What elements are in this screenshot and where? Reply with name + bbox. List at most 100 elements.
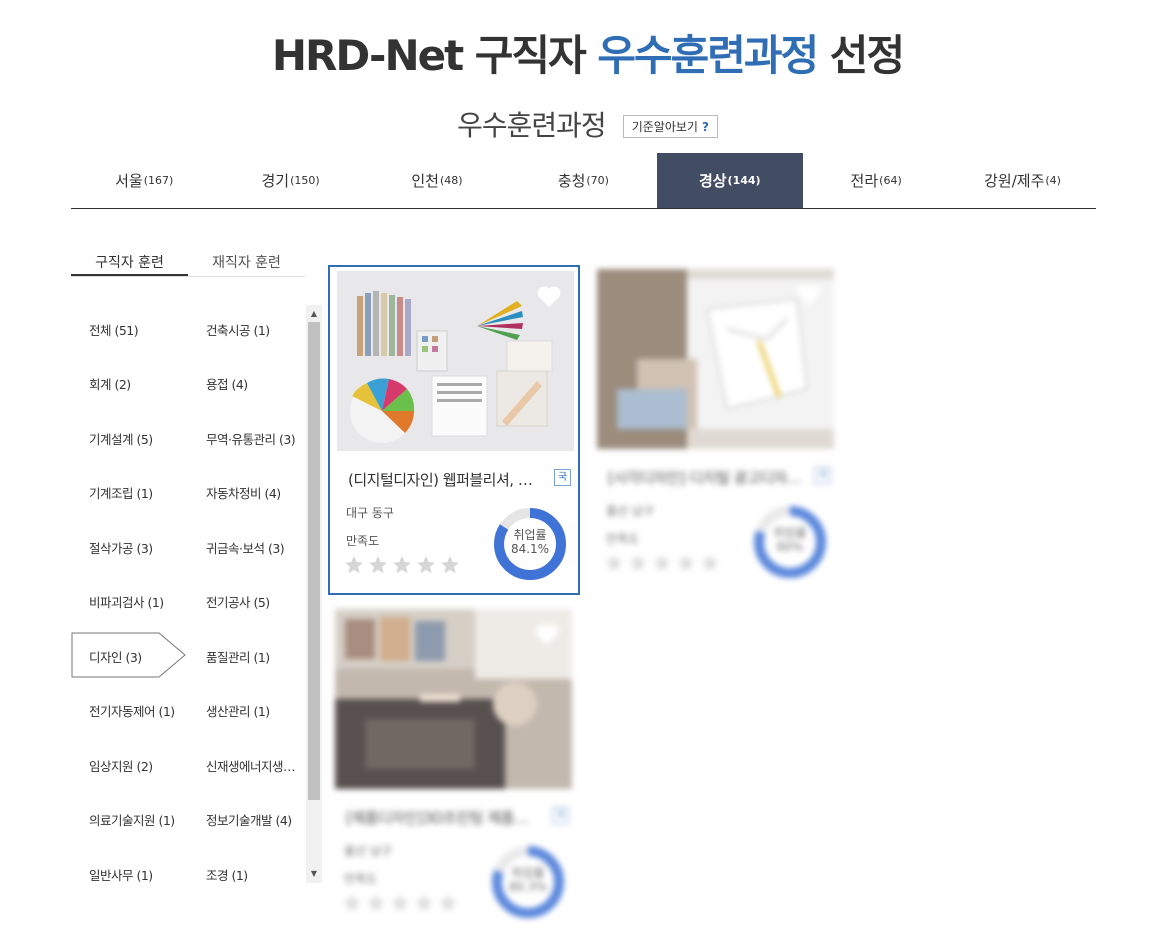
star-icon <box>369 556 387 574</box>
title-prefix: HRD-Net 구직자 <box>271 31 598 80</box>
criteria-button-label: 기준알아보기 <box>631 119 698 134</box>
category-item[interactable]: 정보기술개발 (4) <box>206 810 292 829</box>
category-item[interactable]: 자동차정비 (4) <box>206 483 281 502</box>
category-item[interactable]: 조경 (1) <box>206 865 248 884</box>
tab-label: 경기 <box>261 172 290 190</box>
category-item[interactable]: 귀금속·보석 (3) <box>206 538 284 557</box>
category-item[interactable]: 전기자동제어 (1) <box>89 701 175 720</box>
star-icon <box>417 556 435 574</box>
scroll-down-icon[interactable]: ▼ <box>306 867 322 881</box>
category-item[interactable]: 품질관리 (1) <box>206 647 270 666</box>
category-item[interactable]: 건축시공 (1) <box>206 320 270 339</box>
course-location: 울산 남구 <box>606 504 654 518</box>
satisfaction-label: 만족도 <box>344 872 378 886</box>
scroll-up-icon[interactable]: ▲ <box>306 307 322 321</box>
page-title: HRD-Net 구직자 우수훈련과정 선정 <box>0 22 1175 83</box>
tab-region-chungcheong[interactable]: 충청 (70) <box>510 153 656 208</box>
satisfaction-label: 만족도 <box>606 532 640 546</box>
section-title: 우수훈련과정 <box>457 109 607 142</box>
tab-count: (167) <box>143 174 174 187</box>
category-item[interactable]: 일반사무 (1) <box>89 865 153 884</box>
course-card[interactable]: (디지털디자인) 웹퍼블리셔, UI/UX 디자이너 양성과정 국 대구 동구 … <box>328 265 580 595</box>
tab-count: (150) <box>290 174 320 187</box>
rating-stars <box>342 893 458 913</box>
tab-region-gyeongsang[interactable]: 경상 (144) <box>656 153 803 208</box>
category-item[interactable]: 회계 (2) <box>89 374 131 393</box>
tab-region-incheon[interactable]: 인천 (48) <box>364 153 510 208</box>
national-badge: 국 <box>554 469 571 486</box>
region-tabs: 서울 (167) 경기 (150) 인천 (48) 충청 (70) 경상 (144) 전라… <box>71 153 1096 209</box>
star-icon <box>629 554 647 572</box>
tab-region-gangwon-jeju[interactable]: 강원/제주 (4) <box>949 153 1095 208</box>
tab-count: (64) <box>879 174 902 187</box>
course-title[interactable]: (디지털디자인) 웹퍼블리셔, UI/UX 디자이너 양성과정 <box>348 469 543 490</box>
tab-region-gyeonggi[interactable]: 경기 (150) <box>217 153 363 208</box>
category-item[interactable]: 비파괴검사 (1) <box>89 592 164 611</box>
star-icon <box>343 894 361 912</box>
national-badge: 국 <box>552 807 569 824</box>
course-title[interactable]: [제품디자인]3D프린팅 제품디자인 과정 <box>346 807 541 828</box>
satisfaction-label: 만족도 <box>346 534 380 548</box>
category-item[interactable]: 전체 (51) <box>89 320 138 339</box>
training-type-tabs: 구직자 훈련 재직자 훈련 <box>71 250 305 277</box>
rating-stars <box>604 553 720 573</box>
employment-rate-text: 취업률 84.1% <box>492 528 568 556</box>
title-accent: 우수훈련과정 <box>597 31 819 80</box>
course-location: 대구 동구 <box>346 506 394 520</box>
tab-region-seoul[interactable]: 서울 (167) <box>71 153 217 208</box>
tab-label: 경상 <box>698 172 727 190</box>
star-icon <box>701 554 719 572</box>
employment-label: 취업률 <box>513 528 547 542</box>
category-item[interactable]: 무역·유통관리 (3) <box>206 429 295 448</box>
rating-stars <box>344 555 460 575</box>
tab-count: (4) <box>1045 174 1061 187</box>
star-icon <box>677 554 695 572</box>
star-icon <box>439 894 457 912</box>
tab-count: (70) <box>586 174 609 187</box>
criteria-button[interactable]: 기준알아보기? <box>622 114 718 138</box>
tab-count: (144) <box>727 174 761 187</box>
tab-region-jeolla[interactable]: 전라 (64) <box>803 153 949 208</box>
tab-label: 인천 <box>411 172 439 190</box>
category-item[interactable]: 기계설계 (5) <box>89 429 153 448</box>
tab-employee-training[interactable]: 재직자 훈련 <box>188 250 305 276</box>
course-title[interactable]: [시각디자인] 디지털 광고디자인 과정 <box>608 467 803 488</box>
employment-value: 84.1% <box>510 542 550 556</box>
employment-label: 취업률 <box>511 866 545 880</box>
category-item[interactable]: 용접 (4) <box>206 374 248 393</box>
course-card[interactable]: [제품디자인]3D프린팅 제품디자인 과정 국 울산 남구 만족도 취업률80.… <box>328 605 580 935</box>
heart-icon[interactable] <box>534 623 560 647</box>
star-icon <box>415 894 433 912</box>
category-item[interactable]: 생산관리 (1) <box>206 701 270 720</box>
category-item[interactable]: 신재생에너지생산 (1) <box>206 756 306 775</box>
star-icon <box>653 554 671 572</box>
star-icon <box>441 556 459 574</box>
category-item-active[interactable]: 디자인 (3) <box>89 647 142 666</box>
national-badge: 국 <box>814 467 831 484</box>
heart-icon[interactable] <box>536 285 562 309</box>
tab-label: 강원/제주 <box>984 172 1045 190</box>
tab-label: 서울 <box>115 172 143 190</box>
tab-count: (48) <box>439 174 463 187</box>
category-item[interactable]: 절삭가공 (3) <box>89 538 153 557</box>
star-icon <box>345 556 363 574</box>
category-item[interactable]: 의료기술지원 (1) <box>89 810 175 829</box>
category-list: 전체 (51) 건축시공 (1) 회계 (2) 용접 (4) 기계설계 (5) … <box>71 300 306 884</box>
employment-value: 80.3% <box>508 880 548 894</box>
scroll-thumb[interactable] <box>308 322 320 800</box>
course-card[interactable]: [시각디자인] 디지털 광고디자인 과정 국 울산 남구 만족도 취업률80% <box>590 265 842 595</box>
section-header: 우수훈련과정 기준알아보기? <box>0 104 1175 144</box>
heart-icon[interactable] <box>796 283 822 307</box>
employment-rate-text: 취업률 80.3% <box>490 866 566 894</box>
employment-rate-text: 취업률 80% <box>752 526 828 554</box>
star-icon <box>367 894 385 912</box>
star-icon <box>391 894 409 912</box>
category-item[interactable]: 기계조립 (1) <box>89 483 153 502</box>
category-item[interactable]: 전기공사 (5) <box>206 592 270 611</box>
course-location: 울산 남구 <box>344 844 392 858</box>
category-item[interactable]: 임상지원 (2) <box>89 756 153 775</box>
help-icon: ? <box>701 119 709 134</box>
category-scrollbar[interactable]: ▲ ▼ <box>306 305 322 883</box>
tab-jobseeker-training[interactable]: 구직자 훈련 <box>71 250 188 276</box>
employment-label: 취업률 <box>773 526 807 540</box>
